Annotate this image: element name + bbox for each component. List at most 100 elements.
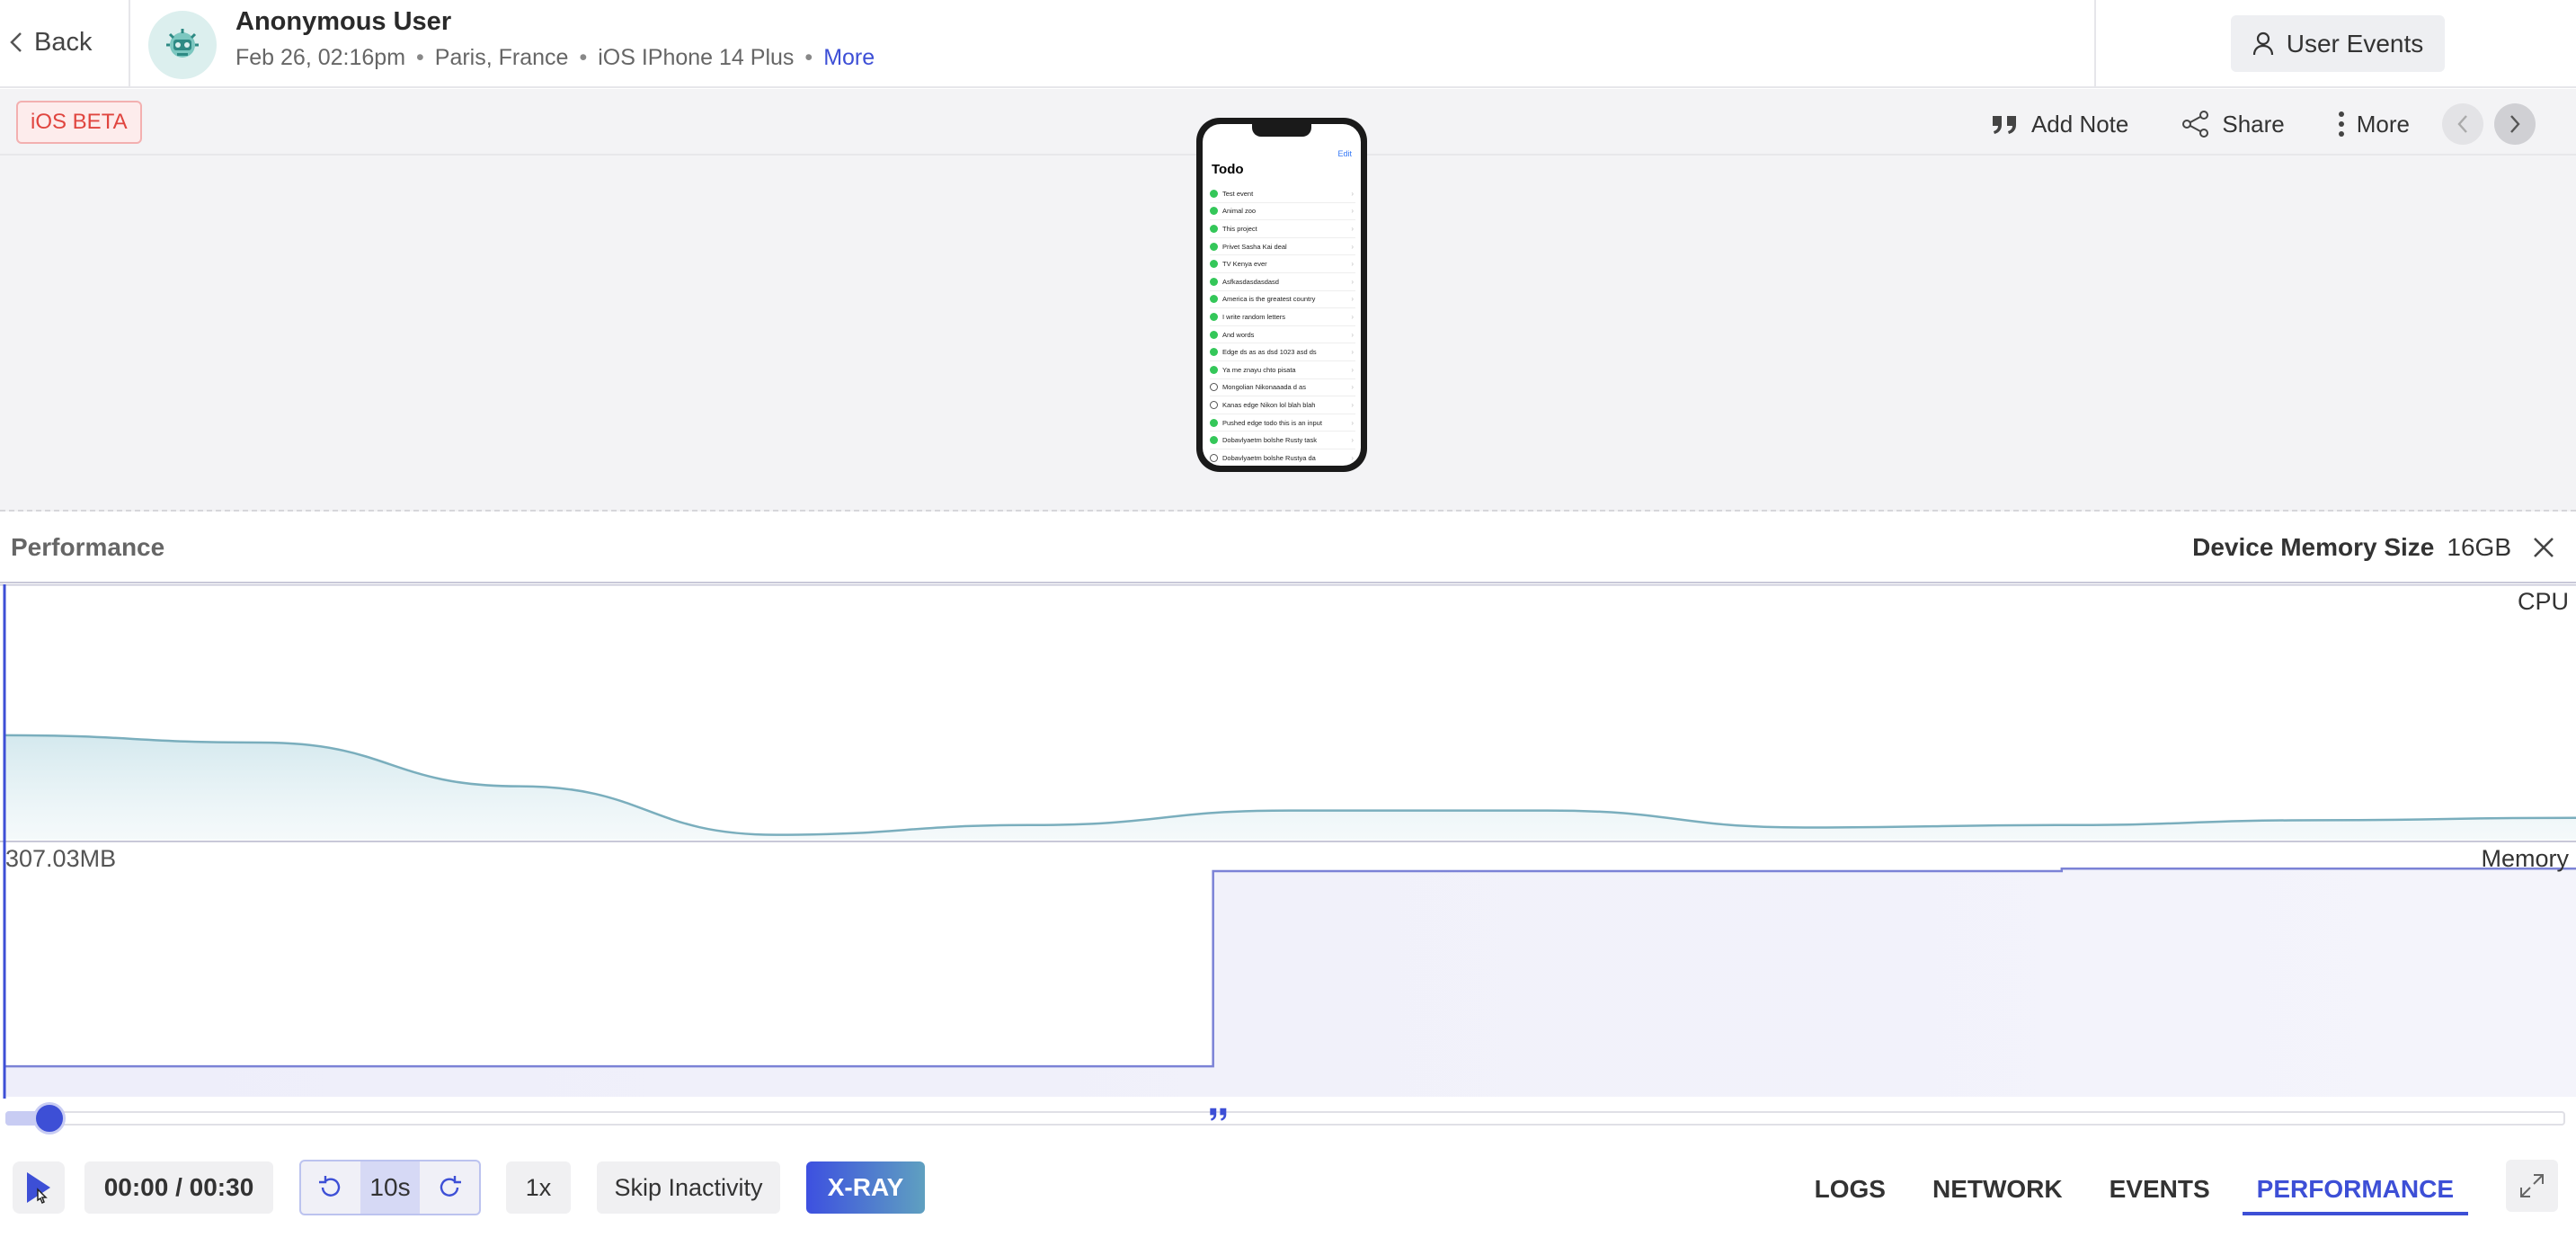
chevron-right-icon: › — [1351, 365, 1354, 374]
tab-events[interactable]: EVENTS — [2086, 1165, 2234, 1214]
todo-text: Dobavlyaetm bolshe Rustya da — [1222, 453, 1316, 462]
rewind-icon — [317, 1174, 344, 1201]
timeline-track[interactable] — [5, 1111, 2565, 1126]
checked-circle-icon — [1210, 260, 1218, 269]
player-controls: 00:00 / 00:30 10s 1x Skip Inactivity X-R… — [0, 1138, 2576, 1237]
memory-area — [4, 868, 2576, 1097]
forward-button[interactable] — [420, 1161, 479, 1214]
chevron-right-icon: › — [1351, 312, 1354, 321]
timeline-handle[interactable] — [33, 1102, 66, 1135]
separator-dot: • — [804, 45, 813, 70]
user-events-label: User Events — [2286, 29, 2424, 58]
tab-network[interactable]: NETWORK — [1909, 1165, 2086, 1214]
add-note-button[interactable]: Add Note — [1990, 106, 2128, 142]
performance-chart-canvas — [0, 584, 2576, 1099]
share-button[interactable]: Share — [2181, 106, 2285, 142]
todo-text: Dobavlyaetm bolshe Rusty task — [1222, 436, 1318, 445]
chevron-right-icon: › — [1351, 348, 1354, 357]
todo-text: America is the greatest country — [1222, 295, 1316, 304]
chevron-right-icon: › — [1351, 260, 1354, 269]
todo-item: Dobavlyaetm bolshe Rusty task › — [1210, 432, 1355, 449]
chevron-right-icon: › — [1351, 295, 1354, 304]
xray-button[interactable]: X-RAY — [806, 1161, 925, 1214]
checked-circle-icon — [1210, 418, 1218, 427]
device-memory-size: Device Memory Size 16GB — [2192, 533, 2511, 562]
performance-title: Performance — [11, 533, 165, 561]
todo-item: I write random letters › — [1210, 308, 1355, 326]
todo-item: Ya me znayu chto pisata › — [1210, 361, 1355, 379]
chevron-left-icon — [9, 31, 23, 54]
chevron-right-icon: › — [1351, 436, 1354, 445]
chevron-right-icon: › — [1351, 330, 1354, 339]
chevron-right-icon: › — [1351, 383, 1354, 392]
avatar — [148, 11, 217, 79]
add-note-label: Add Note — [2030, 110, 2129, 138]
todo-text: Privet Sasha Kai deal — [1222, 242, 1287, 251]
checked-circle-icon — [1210, 365, 1218, 374]
todo-item: Dobavlyaetm bolshe Rustya da › — [1210, 449, 1355, 466]
devtools-tabs: LOGS NETWORK EVENTS PERFORMANCE — [1791, 1165, 2477, 1215]
chevron-left-icon — [2456, 114, 2469, 134]
todo-item: Animal zoo › — [1210, 203, 1355, 221]
chevron-right-icon: › — [1351, 453, 1354, 462]
todo-text: Pushed edge todo this is an input — [1222, 418, 1322, 427]
checked-circle-icon — [1210, 312, 1218, 321]
session-meta: Feb 26, 02:16pm • Paris, France • iOS IP… — [235, 45, 875, 71]
expand-icon — [2518, 1172, 2545, 1199]
device-notch — [1252, 124, 1311, 137]
checked-circle-icon — [1210, 242, 1218, 251]
play-button[interactable] — [13, 1161, 65, 1214]
header-divider — [129, 0, 130, 88]
tab-logs[interactable]: LOGS — [1791, 1165, 1909, 1214]
session-location: Paris, France — [434, 45, 569, 70]
checked-circle-icon — [1210, 224, 1218, 233]
todo-text: Animal zoo — [1222, 207, 1257, 216]
chevron-right-icon: › — [1351, 189, 1354, 198]
back-button[interactable]: Back — [9, 22, 92, 63]
timeline-scrubber[interactable] — [0, 1099, 2576, 1136]
todo-item: Asfkasdasdasdasd › — [1210, 273, 1355, 291]
todo-item: Mongolian Nikonaaada d as › — [1210, 379, 1355, 397]
chevron-right-icon: › — [1351, 207, 1354, 216]
todo-list: Test event › Animal zoo › This project › Prive… — [1210, 185, 1355, 466]
close-performance-button[interactable] — [2531, 535, 2556, 560]
checked-circle-icon — [1210, 436, 1218, 445]
todo-text: Edge ds as as dsd 1023 asd ds — [1222, 348, 1317, 357]
replay-player: iOS BETA Add Note Share More Edit Todo T… — [0, 89, 2576, 512]
platform-badge: iOS BETA — [16, 101, 142, 144]
fullscreen-button[interactable] — [2506, 1160, 2558, 1212]
todo-text: This project — [1222, 224, 1257, 233]
next-session-button[interactable] — [2494, 103, 2536, 145]
skip-interval[interactable]: 10s — [360, 1161, 420, 1214]
memory-value: 307.03MB — [5, 845, 117, 872]
unchecked-circle-icon — [1210, 400, 1218, 409]
chevron-right-icon — [2509, 114, 2521, 134]
playback-speed-button[interactable]: 1x — [506, 1161, 571, 1214]
quote-icon — [1990, 112, 2021, 136]
todo-text: TV Kenya ever — [1222, 260, 1267, 269]
tab-performance[interactable]: PERFORMANCE — [2234, 1165, 2477, 1215]
todo-text: Mongolian Nikonaaada d as — [1222, 383, 1306, 392]
unchecked-circle-icon — [1210, 453, 1218, 462]
user-events-button[interactable]: User Events — [2231, 15, 2445, 72]
previous-session-button[interactable] — [2442, 103, 2483, 145]
memory-chart-label: Memory — [2481, 845, 2569, 872]
checked-circle-icon — [1210, 330, 1218, 339]
rewind-button[interactable] — [301, 1161, 360, 1214]
chevron-right-icon: › — [1351, 224, 1354, 233]
note-marker-icon[interactable] — [1208, 1106, 1230, 1122]
unchecked-circle-icon — [1210, 383, 1218, 392]
play-icon — [23, 1170, 54, 1206]
separator-dot: • — [579, 45, 588, 70]
todo-text: Ya me znayu chto pisata — [1222, 365, 1296, 374]
skip-inactivity-button[interactable]: Skip Inactivity — [597, 1161, 780, 1214]
todo-item: Kanas edge Nikon lol blah blah › — [1210, 396, 1355, 414]
close-icon — [2531, 535, 2556, 560]
todo-text: Asfkasdasdasdasd — [1222, 277, 1279, 286]
meta-more-link[interactable]: More — [823, 45, 875, 71]
performance-panel-header: Performance Device Memory Size 16GB — [0, 513, 2576, 583]
player-toolbar: Add Note Share More — [1938, 103, 2536, 145]
robot-avatar-icon — [161, 23, 204, 67]
todo-item: Edge ds as as dsd 1023 asd ds › — [1210, 343, 1355, 361]
more-options-button[interactable]: More — [2337, 106, 2410, 142]
